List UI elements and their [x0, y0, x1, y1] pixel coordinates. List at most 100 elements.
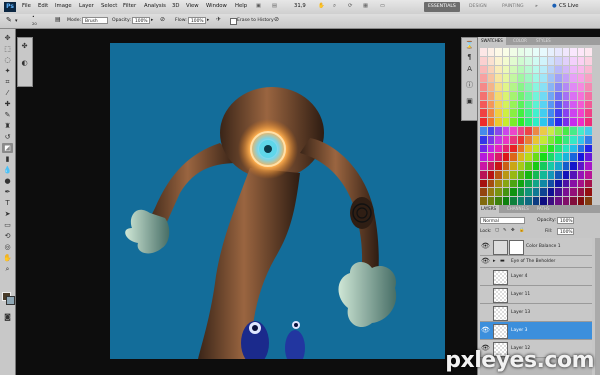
color-swatch[interactable] — [480, 135, 487, 144]
color-swatch[interactable] — [525, 83, 532, 91]
brush-presets-icon[interactable]: ✤ — [19, 41, 30, 51]
workspace-essentials[interactable]: ESSENTIALS — [424, 2, 460, 12]
menu-window[interactable]: Window — [206, 3, 227, 9]
color-swatch[interactable] — [517, 48, 525, 56]
quick-mask-icon[interactable]: ◙ — [2, 312, 13, 322]
move-tool-icon[interactable]: ✥ — [2, 33, 13, 43]
color-swatch[interactable] — [585, 188, 592, 197]
color-swatch[interactable] — [487, 109, 495, 118]
layer-opacity-field[interactable]: 100% — [557, 217, 574, 224]
color-swatch[interactable] — [525, 135, 532, 144]
color-swatch[interactable] — [585, 126, 592, 135]
color-swatch[interactable] — [585, 91, 592, 100]
opacity-field[interactable]: 100% — [132, 17, 150, 24]
color-swatch[interactable] — [510, 179, 517, 188]
color-swatch[interactable] — [570, 170, 577, 179]
color-swatch[interactable] — [540, 65, 547, 74]
pen-tool-icon[interactable]: ✒ — [2, 187, 13, 197]
color-swatch[interactable] — [487, 100, 495, 109]
color-swatch[interactable] — [487, 126, 495, 135]
color-swatch[interactable] — [487, 197, 495, 205]
color-swatch[interactable] — [555, 170, 562, 179]
color-swatch[interactable] — [585, 135, 592, 144]
color-swatch[interactable] — [547, 56, 555, 65]
color-swatch[interactable] — [562, 126, 570, 135]
color-swatch[interactable] — [480, 91, 487, 100]
color-swatch[interactable] — [510, 56, 517, 65]
color-swatch[interactable] — [585, 170, 592, 179]
color-swatch[interactable] — [547, 144, 555, 153]
color-swatch[interactable] — [562, 179, 570, 188]
color-swatch[interactable] — [532, 135, 540, 144]
color-swatch[interactable] — [540, 135, 547, 144]
color-swatch[interactable] — [502, 179, 510, 188]
visibility-eye-icon[interactable]: 👁 — [481, 257, 490, 265]
color-swatch[interactable] — [487, 179, 495, 188]
color-swatch[interactable] — [540, 170, 547, 179]
color-swatch[interactable] — [570, 83, 577, 91]
color-swatch[interactable] — [517, 65, 525, 74]
color-swatch[interactable] — [562, 91, 570, 100]
color-swatch[interactable] — [532, 56, 540, 65]
color-swatch[interactable] — [532, 65, 540, 74]
color-swatch[interactable] — [577, 56, 585, 65]
color-swatch[interactable] — [487, 65, 495, 74]
color-swatch[interactable] — [517, 126, 525, 135]
cs-live-icon[interactable]: ● — [552, 3, 557, 9]
color-swatch[interactable] — [480, 56, 487, 65]
color-swatch[interactable] — [487, 83, 495, 91]
color-swatch[interactable] — [547, 48, 555, 56]
color-swatch[interactable] — [555, 144, 562, 153]
color-swatch[interactable] — [577, 83, 585, 91]
color-swatch[interactable] — [480, 179, 487, 188]
color-swatch[interactable] — [510, 197, 517, 205]
color-swatch[interactable] — [555, 83, 562, 91]
history-brush-tool-icon[interactable]: ↺ — [2, 132, 13, 142]
color-swatch[interactable] — [495, 162, 502, 170]
color-swatch[interactable] — [570, 144, 577, 153]
color-swatch[interactable] — [502, 197, 510, 205]
color-swatch[interactable] — [510, 135, 517, 144]
brush-tool-icon[interactable]: ✎ — [6, 16, 12, 24]
color-swatch[interactable] — [502, 56, 510, 65]
color-swatch[interactable] — [562, 162, 570, 170]
color-swatch[interactable] — [570, 126, 577, 135]
color-swatch[interactable] — [532, 144, 540, 153]
color-swatch[interactable] — [502, 170, 510, 179]
layer-row-selected[interactable]: 👁 Layer 3 — [480, 322, 592, 340]
color-swatch[interactable] — [577, 170, 585, 179]
color-swatch[interactable] — [555, 56, 562, 65]
color-swatch[interactable] — [540, 188, 547, 197]
color-swatch[interactable] — [555, 135, 562, 144]
color-swatch[interactable] — [540, 56, 547, 65]
workspace-design[interactable]: DESIGN — [465, 2, 491, 12]
color-swatch[interactable] — [562, 109, 570, 118]
color-swatch[interactable] — [585, 65, 592, 74]
color-swatch[interactable] — [480, 74, 487, 83]
color-swatch[interactable] — [585, 100, 592, 109]
healing-brush-tool-icon[interactable]: ✚ — [2, 99, 13, 109]
zoom-tool-icon[interactable]: ⌕ — [2, 264, 13, 274]
color-swatch[interactable] — [562, 83, 570, 91]
color-swatch[interactable] — [525, 74, 532, 83]
color-swatch[interactable] — [480, 153, 487, 162]
color-swatch[interactable] — [495, 144, 502, 153]
color-swatch[interactable] — [525, 118, 532, 126]
color-swatch[interactable] — [570, 100, 577, 109]
brush-tool-icon[interactable]: ✎ — [2, 110, 13, 120]
color-swatch[interactable] — [532, 91, 540, 100]
lock-transparent-icon[interactable]: ▢ — [495, 228, 499, 233]
color-swatch[interactable] — [540, 109, 547, 118]
background-color-swatch[interactable] — [6, 296, 15, 305]
color-swatch[interactable] — [525, 179, 532, 188]
color-swatch[interactable] — [562, 144, 570, 153]
color-swatch[interactable] — [577, 48, 585, 56]
color-swatch[interactable] — [532, 109, 540, 118]
color-swatch[interactable] — [480, 188, 487, 197]
color-swatch[interactable] — [495, 126, 502, 135]
character-panel-icon[interactable]: A — [464, 64, 475, 74]
cs-live-button[interactable]: CS Live — [559, 3, 579, 9]
color-swatch[interactable] — [570, 153, 577, 162]
color-swatch[interactable] — [532, 74, 540, 83]
bridge-icon[interactable]: ▣ — [256, 3, 261, 9]
